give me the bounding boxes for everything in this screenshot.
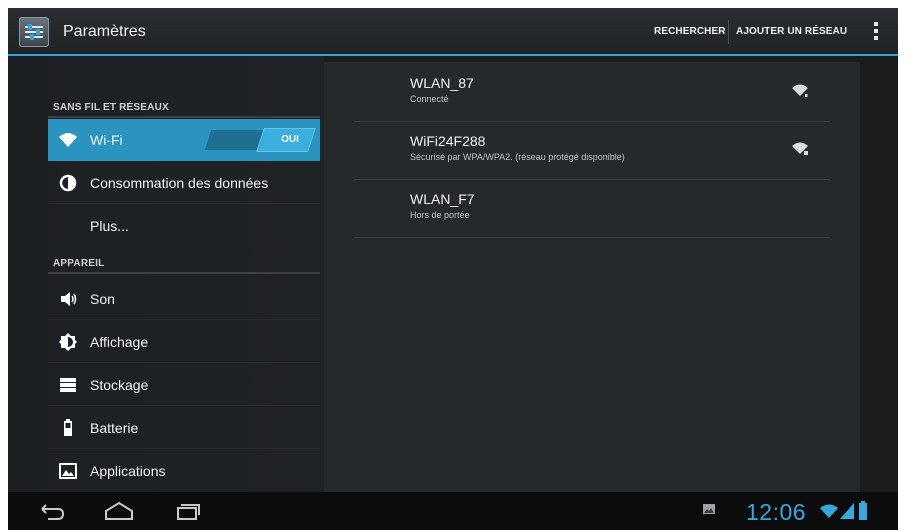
sidebar-item-applications[interactable]: Applications — [48, 450, 320, 492]
overflow-menu-icon[interactable] — [870, 22, 882, 44]
sidebar-item-battery[interactable]: Batterie — [48, 407, 320, 449]
gallery-notification-icon[interactable] — [702, 502, 716, 521]
back-icon[interactable] — [34, 499, 68, 523]
sidebar-item-more[interactable]: Plus... — [48, 205, 320, 247]
network-status: Hors de portée — [410, 210, 470, 220]
tablet-screen: Paramètres RECHERCHER AJOUTER UN RÉSEAU … — [8, 8, 898, 530]
wifi-lock-signal-icon — [791, 140, 809, 158]
network-status: Connecté — [410, 94, 449, 104]
sidebar-item-label: Consommation des données — [90, 175, 269, 191]
network-item-wifi24f288[interactable]: WiFi24F288 Sécurisé par WPA/WPA2. (résea… — [354, 123, 830, 180]
system-nav-bar: 12:06 — [8, 492, 898, 530]
recent-apps-icon[interactable] — [170, 499, 204, 523]
network-status: Sécurisé par WPA/WPA2. (réseau protégé d… — [410, 152, 625, 162]
network-item-wlanf7[interactable]: WLAN_F7 Hors de portée — [354, 181, 830, 238]
action-bar: Paramètres RECHERCHER AJOUTER UN RÉSEAU — [8, 8, 898, 56]
settings-sliders-icon[interactable] — [19, 17, 49, 47]
network-name: WiFi24F288 — [410, 133, 486, 149]
network-name: WLAN_F7 — [410, 191, 475, 207]
sidebar-item-storage[interactable]: Stockage — [48, 364, 320, 406]
sidebar-item-label: Plus... — [90, 218, 129, 234]
sidebar-item-label: Affichage — [90, 334, 149, 350]
sidebar-item-label: Batterie — [90, 420, 139, 436]
action-divider — [728, 20, 729, 44]
sidebar-item-label: Son — [90, 291, 115, 307]
sound-icon — [58, 289, 78, 309]
add-network-button[interactable]: AJOUTER UN RÉSEAU — [736, 26, 847, 37]
sidebar-item-label: Applications — [90, 463, 166, 479]
network-name: WLAN_87 — [410, 75, 474, 91]
wifi-network-list: WLAN_87 Connecté WiFi24F288 Sécurisé par… — [324, 62, 860, 492]
wifi-icon — [58, 130, 78, 150]
wifi-status-icon — [820, 503, 838, 524]
wifi-signal-icon — [791, 82, 809, 100]
section-header-wireless: SANS FIL ET RÉSEAUX — [53, 102, 169, 113]
applications-icon — [58, 461, 78, 481]
storage-icon — [58, 375, 78, 395]
page-title: Paramètres — [63, 23, 146, 40]
cell-signal-icon — [840, 503, 854, 524]
sidebar-item-label: Stockage — [90, 377, 149, 393]
network-item-wlan87[interactable]: WLAN_87 Connecté — [354, 65, 830, 122]
section-divider — [48, 116, 320, 118]
sidebar-item-label: Wi-Fi — [90, 132, 123, 148]
brightness-icon — [58, 332, 78, 352]
wifi-toggle[interactable]: OUI — [204, 128, 316, 152]
battery-icon — [58, 418, 78, 438]
toggle-state-label: OUI — [281, 134, 299, 145]
sidebar-item-data-usage[interactable]: Consommation des données — [48, 162, 320, 204]
sidebar-item-display[interactable]: Affichage — [48, 321, 320, 363]
section-divider — [48, 272, 320, 274]
search-action-button[interactable]: RECHERCHER — [654, 26, 726, 37]
clock[interactable]: 12:06 — [746, 499, 806, 526]
settings-sidebar: SANS FIL ET RÉSEAUX Wi-Fi OUI Consommati… — [8, 56, 324, 492]
section-header-device: APPAREIL — [53, 258, 105, 269]
home-icon[interactable] — [102, 499, 136, 523]
data-usage-icon — [58, 173, 78, 193]
sidebar-item-wifi[interactable]: Wi-Fi OUI — [48, 119, 320, 161]
sidebar-item-sound[interactable]: Son — [48, 278, 320, 320]
battery-status-icon — [858, 501, 868, 526]
